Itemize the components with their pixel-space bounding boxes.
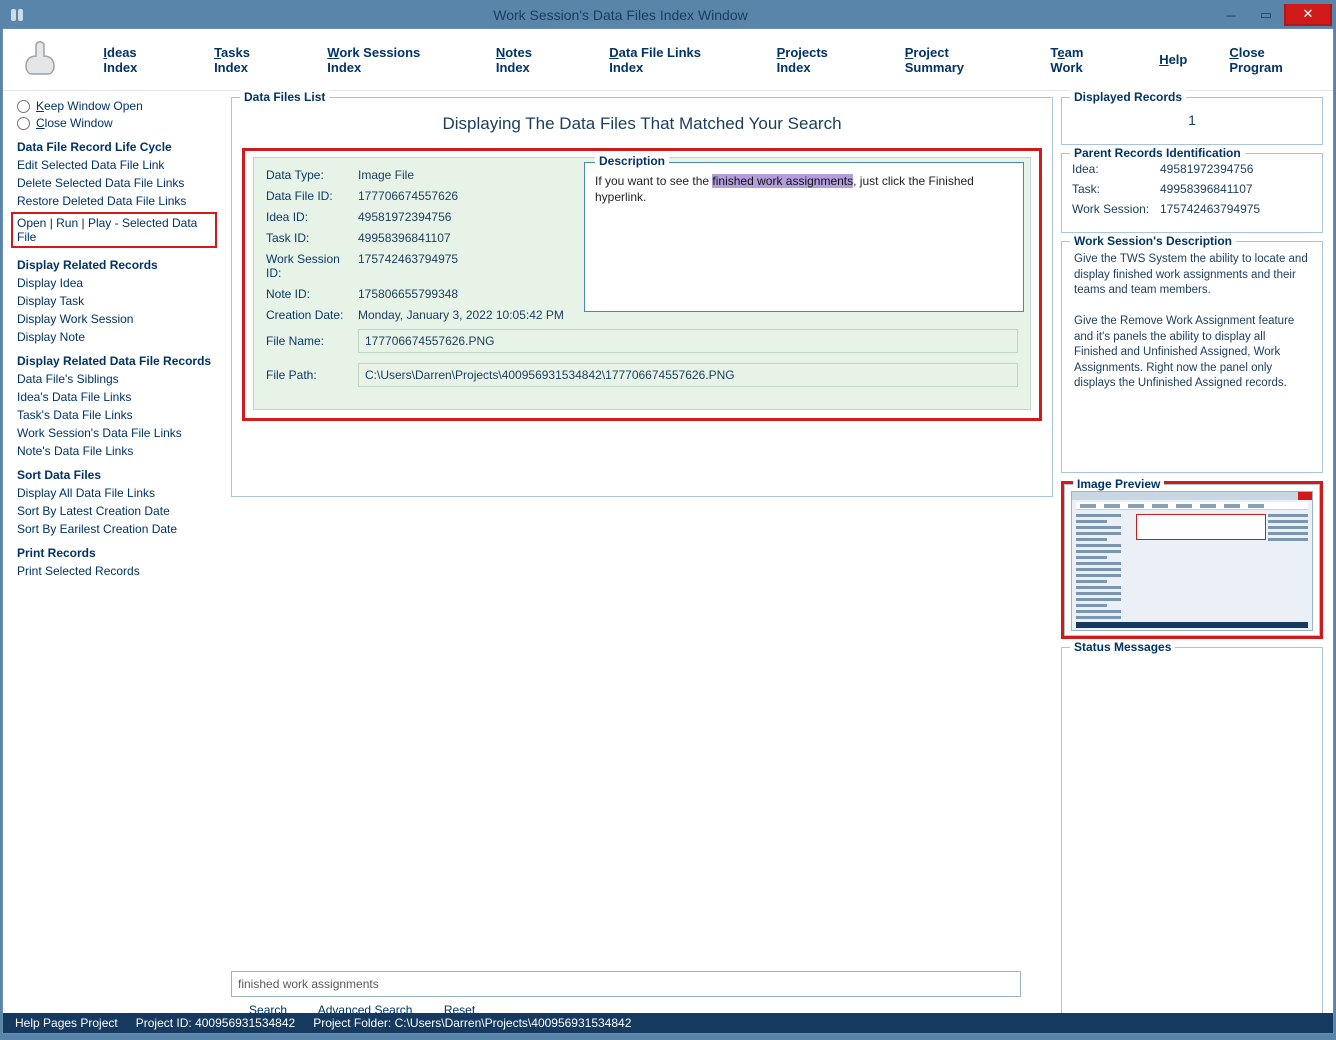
description-legend: Description xyxy=(595,154,669,168)
label-file-path: File Path: xyxy=(266,368,358,382)
sidebar-delete-link[interactable]: Delete Selected Data File Links xyxy=(17,176,219,190)
status-messages-fieldset: Status Messages xyxy=(1061,647,1323,1017)
close-window-radio[interactable]: Close Window xyxy=(17,116,219,130)
sidebar-edit-link[interactable]: Edit Selected Data File Link xyxy=(17,158,219,172)
close-button[interactable]: ✕ xyxy=(1284,4,1332,26)
sidebar-display-all[interactable]: Display All Data File Links xyxy=(17,486,219,500)
data-files-list-fieldset: Data Files List Displaying The Data File… xyxy=(231,97,1053,497)
sidebar-heading-related-df: Display Related Data File Records xyxy=(17,354,219,368)
data-files-list-title: Displaying The Data Files That Matched Y… xyxy=(242,114,1042,134)
sidebar-sort-earliest[interactable]: Sort By Earilest Creation Date xyxy=(17,522,219,536)
sidebar-ws-dfl[interactable]: Work Session's Data File Links xyxy=(17,426,219,440)
menu-help[interactable]: Help xyxy=(1159,52,1187,67)
data-files-list-legend: Data Files List xyxy=(240,90,329,104)
value-data-file-id: 177706674557626 xyxy=(358,189,458,203)
description-highlight: finished work assignments xyxy=(712,174,853,188)
selected-record-highlight: Description If you want to see the finis… xyxy=(242,148,1042,421)
sidebar-sort-latest[interactable]: Sort By Latest Creation Date xyxy=(17,504,219,518)
sidebar-open-run-play[interactable]: Open | Run | Play - Selected Data File xyxy=(11,212,217,248)
parent-ws-value: 175742463794975 xyxy=(1160,202,1260,216)
menu-ideas-index[interactable]: Ideas Index xyxy=(103,45,172,75)
status-bar: Help Pages Project Project ID: 400956931… xyxy=(3,1013,1333,1033)
sidebar-siblings[interactable]: Data File's Siblings xyxy=(17,372,219,386)
search-input-wrap xyxy=(231,971,1021,997)
record-panel[interactable]: Description If you want to see the finis… xyxy=(253,157,1031,410)
ws-description-fieldset: Work Session's Description Give the TWS … xyxy=(1061,241,1323,473)
footer-help-pages[interactable]: Help Pages Project xyxy=(15,1016,118,1030)
app-logo-icon xyxy=(6,5,28,25)
description-text: If you want to see the finished work ass… xyxy=(595,173,1013,205)
search-input[interactable] xyxy=(232,972,1020,996)
label-idea-id: Idea ID: xyxy=(266,210,358,224)
menu-notes-index[interactable]: Notes Index xyxy=(496,45,567,75)
label-note-id: Note ID: xyxy=(266,287,358,301)
value-creation-date: Monday, January 3, 2022 10:05:42 PM xyxy=(358,308,564,322)
parent-records-fieldset: Parent Records Identification Idea:49581… xyxy=(1061,153,1323,233)
menu-projects-index[interactable]: Projects Index xyxy=(777,45,863,75)
parent-ws-label: Work Session: xyxy=(1072,202,1160,216)
menu-data-file-links-index[interactable]: Data File Links Index xyxy=(609,45,734,75)
maximize-button[interactable]: ▭ xyxy=(1249,4,1283,26)
titlebar: Work Session's Data Files Index Window ─… xyxy=(2,2,1334,28)
sidebar-heading-life-cycle: Data File Record Life Cycle xyxy=(17,140,219,154)
displayed-records-value: 1 xyxy=(1072,106,1312,134)
minimize-button[interactable]: ─ xyxy=(1214,4,1248,26)
status-messages-legend: Status Messages xyxy=(1070,640,1175,654)
sidebar-heading-related: Display Related Records xyxy=(17,258,219,272)
label-file-name: File Name: xyxy=(266,334,358,348)
value-idea-id: 49581972394756 xyxy=(358,210,451,224)
ws-description-legend: Work Session's Description xyxy=(1070,234,1236,248)
menu-project-summary[interactable]: Project Summary xyxy=(905,45,1009,75)
menu-close-program[interactable]: Close Program xyxy=(1229,45,1319,75)
value-file-name: 177706674557626.PNG xyxy=(358,329,1018,353)
sidebar-task-dfl[interactable]: Task's Data File Links xyxy=(17,408,219,422)
value-ws-id: 175742463794975 xyxy=(358,252,458,280)
image-preview-legend: Image Preview xyxy=(1073,477,1164,491)
sidebar-idea-dfl[interactable]: Idea's Data File Links xyxy=(17,390,219,404)
parent-task-label: Task: xyxy=(1072,182,1160,196)
value-note-id: 175806655799348 xyxy=(358,287,458,301)
sidebar-display-note[interactable]: Display Note xyxy=(17,330,219,344)
menubar: Ideas Index Tasks Index Work Sessions In… xyxy=(3,29,1333,91)
displayed-records-legend: Displayed Records xyxy=(1070,90,1186,104)
value-task-id: 49958396841107 xyxy=(358,231,451,245)
image-preview-thumbnail[interactable] xyxy=(1071,491,1313,631)
sidebar-restore-link[interactable]: Restore Deleted Data File Links xyxy=(17,194,219,208)
app-logo-icon xyxy=(17,36,67,84)
displayed-records-fieldset: Displayed Records 1 xyxy=(1061,97,1323,145)
window-title: Work Session's Data Files Index Window xyxy=(28,7,1213,23)
label-ws-id: Work Session ID: xyxy=(266,252,358,280)
parent-idea-label: Idea: xyxy=(1072,162,1160,176)
menu-work-sessions-index[interactable]: Work Sessions Index xyxy=(327,45,454,75)
image-preview-highlight: Image Preview xyxy=(1061,481,1323,639)
keep-window-open-radio[interactable]: Keep Window Open xyxy=(17,99,219,113)
label-creation-date: Creation Date: xyxy=(266,308,358,322)
sidebar-display-task[interactable]: Display Task xyxy=(17,294,219,308)
label-data-type: Data Type: xyxy=(266,168,358,182)
sidebar-note-dfl[interactable]: Note's Data File Links xyxy=(17,444,219,458)
sidebar: Keep Window Open Close Window Data File … xyxy=(3,91,225,1021)
value-file-path: C:\Users\Darren\Projects\400956931534842… xyxy=(358,363,1018,387)
parent-task-value: 49958396841107 xyxy=(1160,182,1253,196)
ws-description-text: Give the TWS System the ability to locat… xyxy=(1072,250,1312,462)
sidebar-display-work-session[interactable]: Display Work Session xyxy=(17,312,219,326)
sidebar-heading-sort: Sort Data Files xyxy=(17,468,219,482)
footer-project-folder: Project Folder: C:\Users\Darren\Projects… xyxy=(313,1016,631,1030)
label-data-file-id: Data File ID: xyxy=(266,189,358,203)
sidebar-display-idea[interactable]: Display Idea xyxy=(17,276,219,290)
description-box: Description If you want to see the finis… xyxy=(584,162,1024,312)
footer-project-id: Project ID: 400956931534842 xyxy=(136,1016,295,1030)
menu-team-work[interactable]: Team Work xyxy=(1050,45,1117,75)
image-preview-fieldset: Image Preview xyxy=(1064,484,1320,636)
sidebar-heading-print: Print Records xyxy=(17,546,219,560)
parent-records-legend: Parent Records Identification xyxy=(1070,146,1245,160)
menu-tasks-index[interactable]: Tasks Index xyxy=(214,45,285,75)
value-data-type: Image File xyxy=(358,168,414,182)
sidebar-print-selected[interactable]: Print Selected Records xyxy=(17,564,219,578)
label-task-id: Task ID: xyxy=(266,231,358,245)
parent-idea-value: 49581972394756 xyxy=(1160,162,1253,176)
